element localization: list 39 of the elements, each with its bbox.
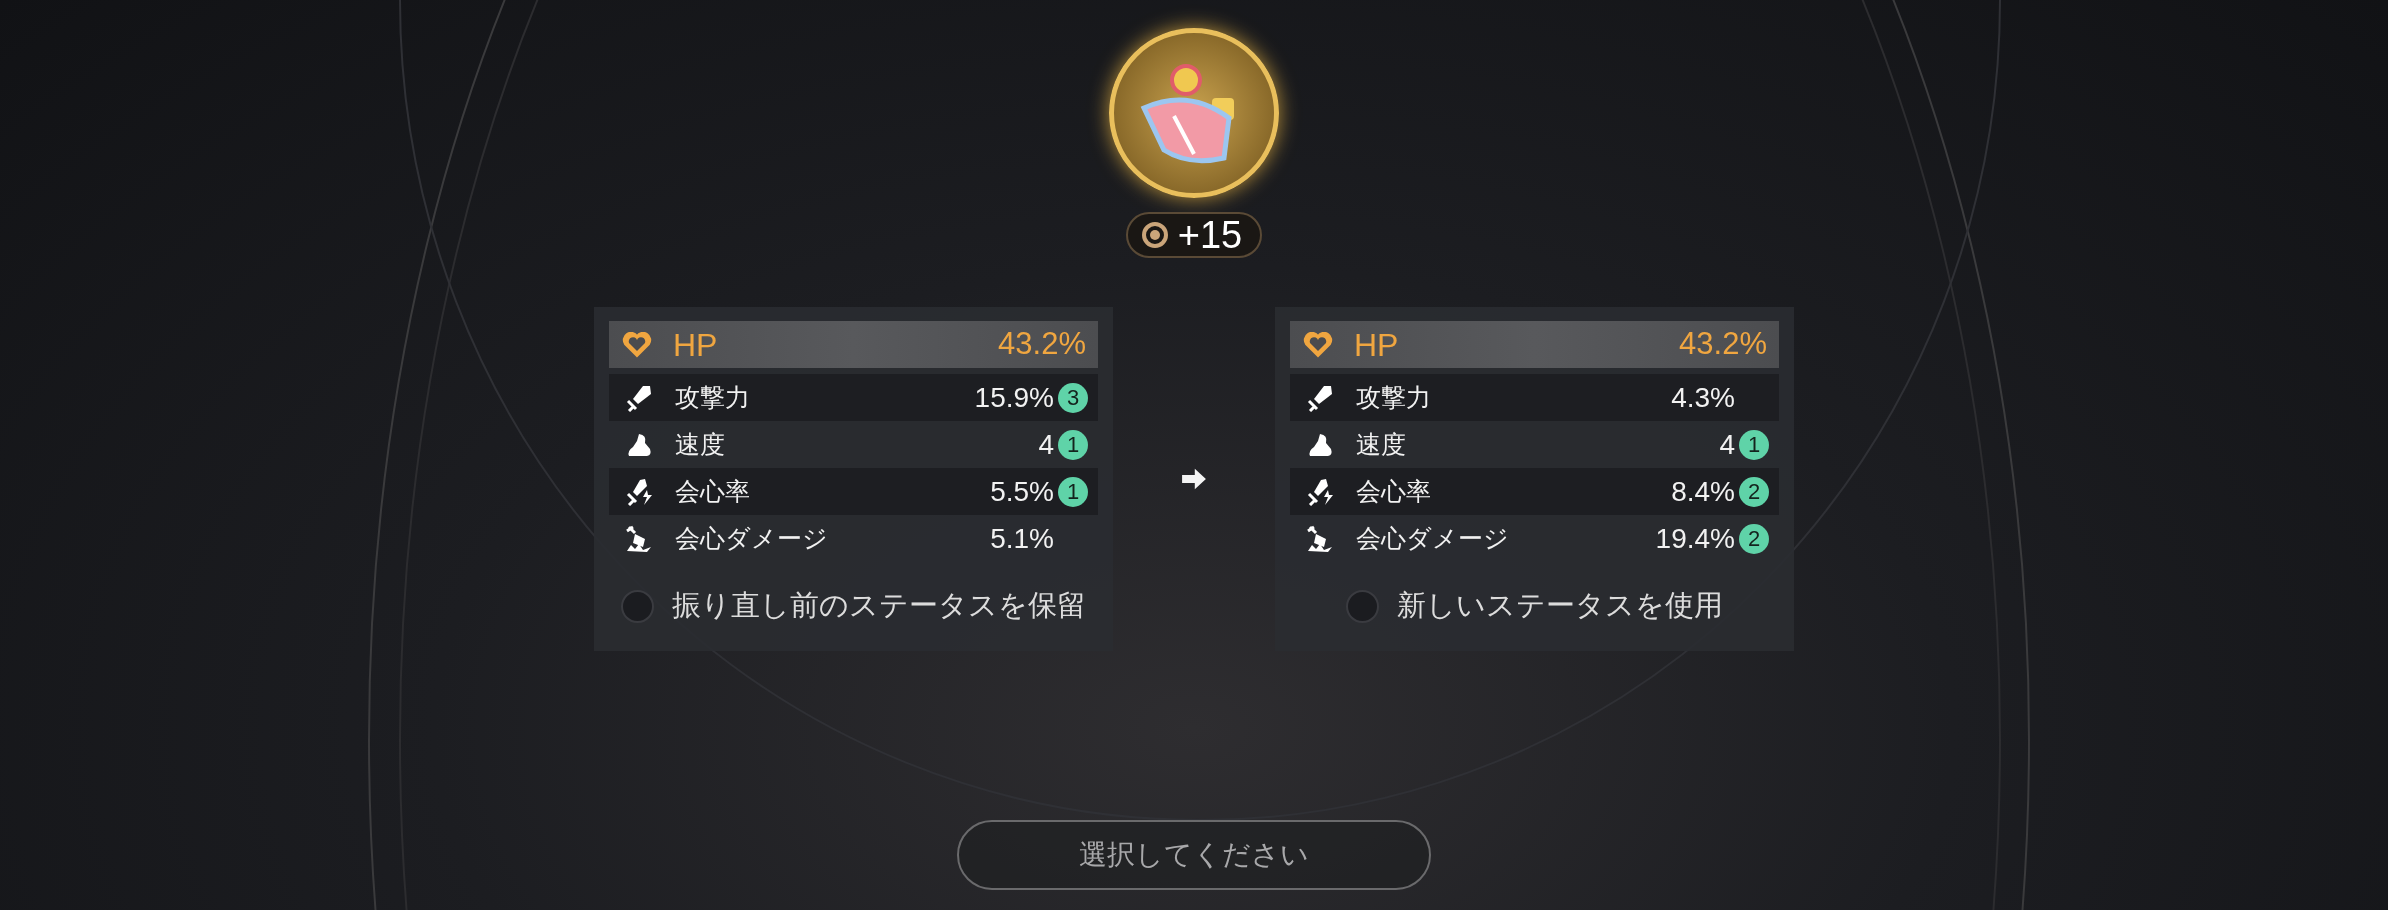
option-radio[interactable]: 振り直し前のステータスを保留 xyxy=(619,584,1088,628)
sword-spark-icon xyxy=(1306,477,1334,506)
stat-label: 攻撃力 xyxy=(1356,381,1431,413)
stat-label: 会心ダメージ xyxy=(1356,522,1509,554)
stat-label: HP xyxy=(1354,325,1399,365)
enhancement-level: +15 xyxy=(1177,216,1244,254)
heart-icon xyxy=(1303,331,1333,358)
option-radio[interactable]: 新しいステータスを使用 xyxy=(1344,584,1725,628)
sword-icon xyxy=(625,383,653,412)
stat-value: 8.4% xyxy=(1671,474,1735,509)
stat-label: HP xyxy=(673,325,718,365)
roll-count-badge: 3 xyxy=(1058,382,1088,413)
broken-sword-icon xyxy=(625,524,653,553)
sword-icon xyxy=(1306,383,1334,412)
stat-value: 19.4% xyxy=(1655,521,1735,556)
stat-label: 会心率 xyxy=(675,475,750,507)
stat-label: 速度 xyxy=(1356,428,1406,460)
stat-value: 5.1% xyxy=(990,521,1054,556)
roll-count-badge: 2 xyxy=(1739,523,1769,554)
confirm-button[interactable]: 選択してください xyxy=(957,820,1431,890)
ring-icon xyxy=(1141,222,1168,248)
stat-label: 速度 xyxy=(675,428,725,460)
sword-spark-icon xyxy=(625,477,653,506)
heart-icon xyxy=(622,331,652,358)
stat-value: 15.9% xyxy=(974,380,1054,415)
stat-label: 攻撃力 xyxy=(675,381,750,413)
roll-count-badge: 1 xyxy=(1058,476,1088,507)
stat-value: 4 xyxy=(1719,427,1735,462)
broken-sword-icon xyxy=(1306,524,1334,553)
stat-value: 5.5% xyxy=(990,474,1054,509)
roll-count-badge: 1 xyxy=(1739,429,1769,460)
stat-label: 会心率 xyxy=(1356,475,1431,507)
stat-label: 会心ダメージ xyxy=(675,522,828,554)
stat-value: 43.2% xyxy=(1679,325,1767,364)
roll-count-badge: 1 xyxy=(1058,429,1088,460)
roll-count-badge: 2 xyxy=(1739,476,1769,507)
stat-value: 4 xyxy=(1038,427,1054,462)
stat-value: 43.2% xyxy=(998,325,1086,364)
stat-value: 4.3% xyxy=(1671,380,1735,415)
